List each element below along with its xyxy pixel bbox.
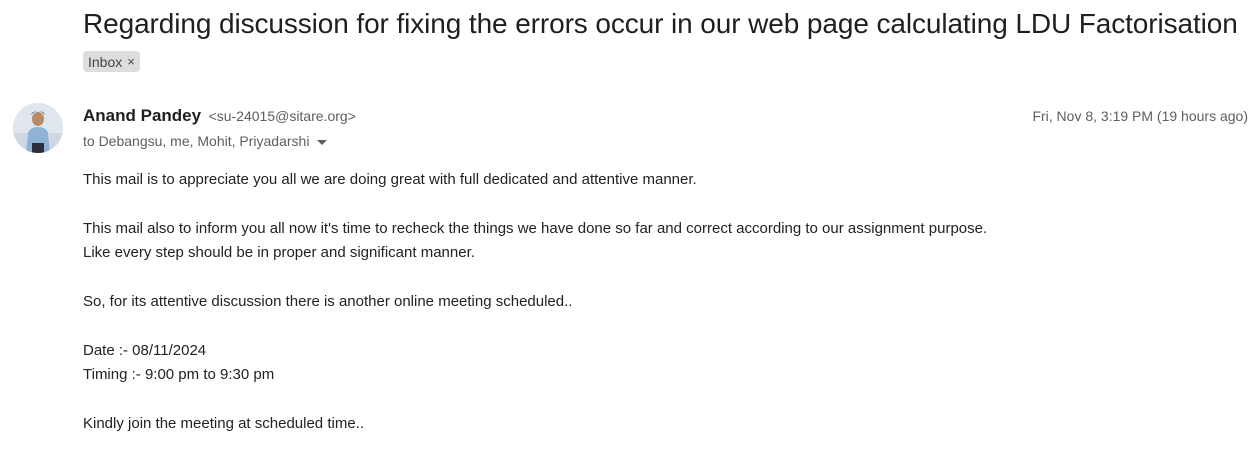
body-paragraph: So, for its attentive discussion there i… [83, 293, 573, 310]
email-subject: Regarding discussion for fixing the erro… [83, 8, 1238, 39]
label-chip-text: Inbox [88, 53, 123, 70]
body-paragraph: This mail also to inform you all now it'… [83, 217, 987, 266]
sender-line: Anand Pandey <su-24015@sitare.org> [83, 106, 356, 126]
recipients-line: to Debangsu, me, Mohit, Priyadarshi [83, 133, 328, 149]
meeting-details: Date :- 08/11/2024 Timing :- 9:00 pm to … [83, 339, 987, 388]
sender-email: <su-24015@sitare.org> [208, 108, 356, 124]
body-paragraph: This mail is to appreciate you all we ar… [83, 171, 697, 188]
body-line: This mail also to inform you all now it'… [83, 219, 988, 237]
body-line: Like every step should be in proper and … [83, 244, 475, 262]
label-chip-inbox[interactable]: Inbox × [83, 51, 140, 72]
avatar[interactable] [13, 103, 63, 153]
remove-label-icon[interactable]: × [127, 55, 135, 68]
recipients-text: to Debangsu, me, Mohit, Priyadarshi [83, 133, 310, 149]
show-details-dropdown-icon[interactable] [317, 139, 328, 145]
sender-name[interactable]: Anand Pandey [83, 106, 201, 125]
email-date[interactable]: Fri, Nov 8, 3:19 PM (19 hours ago) [1032, 108, 1248, 124]
sender-photo [13, 103, 63, 153]
meeting-date: Date :- 08/11/2024 [83, 341, 207, 359]
email-body: This mail is to appreciate you all we ar… [83, 168, 987, 461]
body-paragraph: Kindly join the meeting at scheduled tim… [83, 415, 364, 432]
meeting-timing: Timing :- 9:00 pm to 9:30 pm [83, 366, 275, 384]
